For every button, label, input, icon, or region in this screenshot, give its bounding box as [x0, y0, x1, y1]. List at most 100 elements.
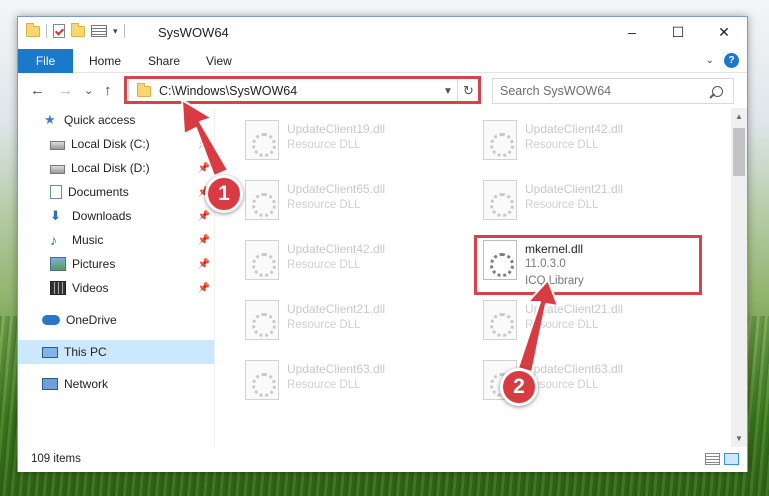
sidebar-item-videos[interactable]: Videos 📌	[18, 276, 214, 300]
scroll-down-icon[interactable]: ▼	[735, 434, 743, 443]
sidebar-item-label: Network	[64, 377, 109, 391]
file-type: Resource DLL	[287, 199, 361, 211]
file-type: Resource DLL	[525, 199, 599, 211]
window-controls: – ☐ ✕	[609, 17, 747, 47]
item-count: 109 items	[31, 453, 81, 465]
file-item[interactable]: UpdateClient21.dll Resource DLL	[475, 174, 705, 226]
status-bar: 109 items	[18, 447, 747, 472]
pin-icon: 📌	[197, 234, 210, 246]
pin-icon: 📌	[197, 282, 210, 294]
step-1-badge: 1	[205, 175, 243, 213]
search-icon[interactable]	[712, 85, 723, 97]
details-view-icon[interactable]	[705, 453, 720, 465]
sidebar-item-label: Pictures	[72, 257, 116, 271]
file-type: Resource DLL	[287, 319, 361, 331]
file-name: UpdateClient63.dll	[525, 362, 624, 376]
file-item[interactable]: UpdateClient42.dll Resource DLL	[475, 114, 705, 166]
sidebar-item-onedrive[interactable]: OneDrive	[18, 308, 214, 332]
view-buttons	[705, 453, 739, 465]
sidebar-item-local-disk-c[interactable]: Local Disk (C:) 📌	[18, 132, 214, 156]
pin-icon: 📌	[197, 258, 210, 270]
forward-button[interactable]: →	[58, 82, 73, 99]
recent-locations-button[interactable]: ⌄	[84, 84, 93, 97]
toolbar-separator	[46, 24, 47, 38]
dll-file-icon	[483, 300, 517, 340]
sidebar-item-label: Videos	[72, 281, 109, 295]
dll-file-icon	[245, 360, 279, 400]
file-item[interactable]: UpdateClient65.dll Resource DLL	[237, 174, 467, 226]
sidebar-item-music[interactable]: ♪ Music 📌	[18, 228, 214, 252]
file-item[interactable]: UpdateClient21.dll Resource DLL	[475, 294, 705, 346]
ribbon-right: ⌄ ?	[706, 53, 739, 68]
close-button[interactable]: ✕	[701, 17, 747, 47]
properties-check-icon[interactable]	[53, 24, 65, 38]
new-folder-icon[interactable]	[71, 22, 85, 37]
file-name: UpdateClient42.dll	[525, 122, 624, 136]
sidebar-item-pictures[interactable]: Pictures 📌	[18, 252, 214, 276]
search-box[interactable]: Search SysWOW64	[492, 78, 734, 104]
scroll-up-icon[interactable]: ▲	[735, 112, 743, 121]
large-icons-view-icon[interactable]	[724, 453, 739, 465]
explorer-window: ▾ SysWOW64 – ☐ ✕ File Home Share View ⌄ …	[17, 16, 748, 472]
file-name: UpdateClient21.dll	[525, 182, 624, 196]
file-item[interactable]: UpdateClient21.dll Resource DLL	[237, 294, 467, 346]
maximize-button[interactable]: ☐	[655, 17, 701, 47]
ribbon-tabs: File Home Share View ⌄ ?	[18, 49, 747, 73]
sidebar-item-label: This PC	[64, 345, 107, 359]
sidebar-item-label: Music	[72, 233, 104, 247]
tab-view[interactable]: View	[206, 49, 232, 73]
file-name: UpdateClient21.dll	[287, 302, 386, 316]
sidebar-item-label: OneDrive	[66, 313, 117, 327]
sidebar-item-label: Quick access	[64, 113, 136, 127]
file-name: UpdateClient65.dll	[287, 182, 386, 196]
sidebar-item-this-pc[interactable]: This PC	[18, 340, 214, 364]
sidebar-item-label: Local Disk (D:)	[71, 161, 150, 175]
documents-icon	[50, 185, 62, 199]
file-item[interactable]: UpdateClient42.dll Resource DLL	[237, 234, 467, 286]
dll-file-icon	[245, 120, 279, 160]
dll-file-icon	[483, 120, 517, 160]
this-pc-icon	[42, 346, 58, 358]
folder-icon	[26, 22, 40, 37]
file-name: UpdateClient21.dll	[525, 302, 624, 316]
sidebar-item-quick-access[interactable]: ★ Quick access	[18, 108, 214, 132]
window-title: SysWOW64	[158, 25, 229, 40]
dll-file-icon	[245, 300, 279, 340]
scrollbar-thumb[interactable]	[733, 128, 745, 176]
up-button[interactable]: ↑	[104, 82, 112, 99]
music-icon: ♪	[50, 232, 57, 248]
tab-file[interactable]: File	[18, 49, 73, 73]
dll-file-icon	[483, 180, 517, 220]
sidebar-item-network[interactable]: Network	[18, 372, 214, 396]
dll-file-icon	[245, 180, 279, 220]
sidebar-item-documents[interactable]: Documents 📌	[18, 180, 214, 204]
navigation-pane: ★ Quick access Local Disk (C:) 📌 Local D…	[18, 108, 214, 447]
back-button[interactable]: ←	[30, 82, 45, 99]
address-highlight-box	[124, 76, 481, 104]
file-item[interactable]: UpdateClient19.dll Resource DLL	[237, 114, 467, 166]
search-input[interactable]: Search SysWOW64	[500, 84, 712, 98]
file-name: UpdateClient42.dll	[287, 242, 386, 256]
customize-toolbar-icon[interactable]: ▾	[113, 26, 118, 37]
file-type: Resource DLL	[287, 259, 361, 271]
sidebar-item-downloads[interactable]: ⬇ Downloads 📌	[18, 204, 214, 228]
tab-share[interactable]: Share	[148, 49, 180, 73]
tab-home[interactable]: Home	[89, 49, 121, 73]
file-item[interactable]: UpdateClient63.dll Resource DLL	[237, 354, 467, 406]
sidebar-item-label: Downloads	[72, 209, 132, 223]
pin-icon: 📌	[197, 210, 210, 222]
file-type: Resource DLL	[287, 379, 361, 391]
videos-icon	[50, 281, 66, 295]
onedrive-icon	[42, 315, 60, 325]
minimize-button[interactable]: –	[609, 17, 655, 47]
title-bar: ▾ SysWOW64 – ☐ ✕	[18, 17, 747, 49]
chevron-down-icon[interactable]: ⌄	[706, 55, 714, 66]
downloads-icon: ⬇	[50, 208, 61, 223]
star-icon: ★	[44, 112, 56, 127]
properties-icon[interactable]	[91, 25, 107, 37]
help-icon[interactable]: ?	[724, 53, 739, 68]
pin-icon: 📌	[197, 138, 210, 150]
vertical-scrollbar[interactable]: ▲ ▼	[731, 108, 747, 447]
toolbar-separator	[123, 24, 125, 38]
sidebar-item-local-disk-d[interactable]: Local Disk (D:) 📌	[18, 156, 214, 180]
